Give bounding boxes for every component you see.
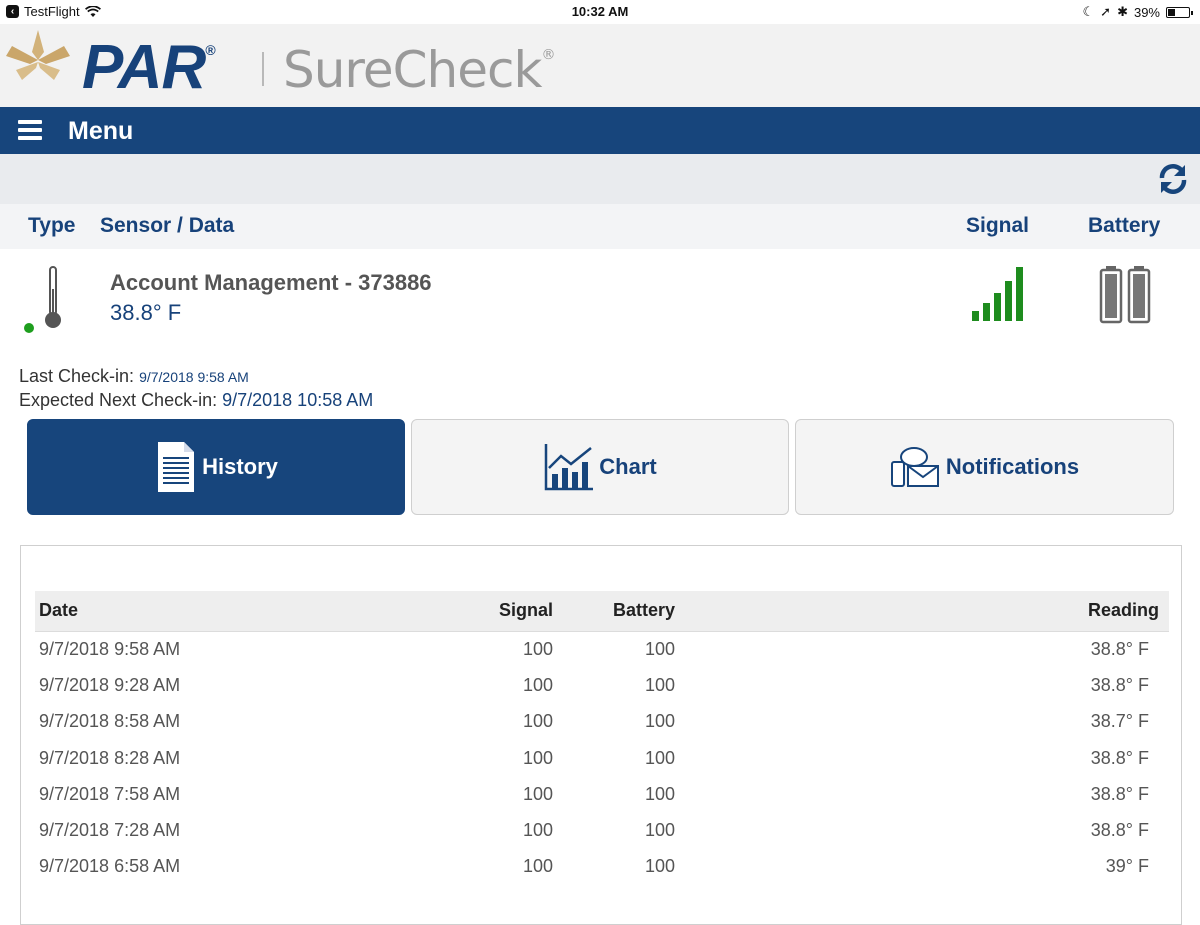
next-checkin-value: 9/7/2018 10:58 AM: [222, 390, 374, 410]
tab-notifications[interactable]: Notifications: [795, 419, 1174, 515]
thermometer-icon: [24, 266, 61, 333]
hamburger-menu-icon[interactable]: [18, 120, 42, 140]
row-date: 9/7/2018 7:58 AM: [39, 783, 181, 804]
row-battery: 100: [644, 783, 675, 804]
col-battery: Battery: [1088, 214, 1161, 237]
row-date: 9/7/2018 8:28 AM: [39, 747, 181, 768]
row-reading: 38.8° F: [1090, 747, 1149, 768]
table-row: 9/7/2018 7:58 AM 100 100 38.8° F: [35, 776, 1169, 812]
history-panel: Date Signal Battery Reading 9/7/2018 9:5…: [20, 545, 1182, 925]
row-reading: 38.8° F: [1090, 820, 1149, 841]
battery-icon: [1166, 6, 1193, 18]
status-dot: [24, 323, 34, 333]
sensor-row[interactable]: Account Management - 373886 38.8° F: [0, 249, 1200, 349]
table-row: 9/7/2018 6:58 AM 100 100 39° F: [35, 849, 1169, 885]
row-battery: 100: [644, 711, 675, 732]
row-date: 9/7/2018 9:58 AM: [39, 638, 181, 659]
row-signal: 100: [522, 747, 553, 768]
row-reading: 38.7° F: [1090, 711, 1149, 732]
notifications-icon: [890, 447, 939, 487]
tab-notifications-label: Notifications: [945, 454, 1080, 479]
row-battery: 100: [644, 638, 675, 659]
row-signal: 100: [522, 674, 553, 695]
chart-icon: [545, 444, 594, 491]
table-row: 9/7/2018 8:28 AM 100 100 38.8° F: [35, 740, 1169, 776]
location-icon: ➚: [1100, 4, 1112, 19]
row-date: 9/7/2018 9:28 AM: [39, 674, 181, 695]
table-row: 9/7/2018 8:58 AM 100 100 38.7° F: [35, 704, 1169, 740]
col-signal: Signal: [966, 214, 1030, 237]
tab-history[interactable]: History: [27, 419, 405, 515]
col-sensor-data: Sensor / Data: [100, 214, 235, 237]
row-reading: 38.8° F: [1090, 638, 1149, 659]
tab-history-label: History: [202, 454, 278, 479]
row-signal: 100: [522, 856, 553, 877]
row-reading: 38.8° F: [1090, 674, 1149, 695]
par-leaf-logo-icon: [6, 30, 70, 80]
sensor-reading: 38.8° F: [110, 300, 182, 325]
row-reading: 39° F: [1105, 856, 1149, 877]
row-date: 9/7/2018 7:28 AM: [39, 820, 181, 841]
last-checkin-label: Last Check-in:: [19, 366, 135, 386]
tab-chart[interactable]: Chart: [411, 419, 789, 515]
history-header-row: Date Signal Battery Reading: [35, 591, 1169, 632]
col-type: Type: [28, 214, 76, 237]
header-battery[interactable]: Battery: [553, 591, 675, 632]
row-signal: 100: [522, 711, 553, 732]
row-battery: 100: [644, 674, 675, 695]
toolbar-strip: [0, 154, 1200, 204]
status-bar: ‹ TestFlight 10:32 AM ☾ ➚ ✱ 39%: [0, 0, 1200, 24]
surecheck-registered-mark: ®: [541, 47, 555, 63]
row-date: 9/7/2018 6:58 AM: [39, 856, 181, 877]
table-row: 9/7/2018 9:28 AM 100 100 38.8° F: [35, 667, 1169, 703]
surecheck-wordmark: SureCheck: [283, 41, 542, 99]
par-wordmark: PAR: [82, 33, 206, 102]
last-checkin: Last Check-in: 9/7/2018 9:58 AM: [19, 366, 249, 387]
tab-chart-label: Chart: [599, 454, 657, 479]
row-signal: 100: [522, 638, 553, 659]
row-signal: 100: [522, 820, 553, 841]
table-row: 9/7/2018 7:28 AM 100 100 38.8° F: [35, 812, 1169, 848]
battery-level-icon: [1099, 266, 1151, 324]
app-header: PAR® SureCheck®: [0, 24, 1200, 107]
refresh-icon[interactable]: [1156, 162, 1190, 196]
sensor-name: Account Management - 373886: [110, 270, 432, 295]
row-battery: 100: [644, 856, 675, 877]
menu-button[interactable]: Menu: [68, 117, 133, 146]
next-checkin-label: Expected Next Check-in:: [19, 390, 218, 410]
battery-percent: 39%: [1133, 4, 1160, 20]
row-battery: 100: [644, 747, 675, 768]
moon-icon: ☾: [1082, 4, 1095, 19]
header-signal[interactable]: Signal: [435, 591, 553, 632]
status-right: ☾ ➚ ✱ 39%: [1082, 4, 1193, 20]
history-table: Date Signal Battery Reading 9/7/2018 9:5…: [35, 591, 1169, 885]
logo-divider: [262, 52, 264, 86]
row-reading: 38.8° F: [1090, 783, 1149, 804]
document-icon: [158, 442, 195, 492]
table-row: 9/7/2018 9:58 AM 100 100 38.8° F: [35, 631, 1169, 667]
next-checkin: Expected Next Check-in: 9/7/2018 10:58 A…: [19, 390, 373, 411]
row-battery: 100: [644, 820, 675, 841]
signal-strength-icon: [972, 267, 1023, 321]
par-logo-text: PAR®: [82, 32, 216, 103]
menu-bar: Menu: [0, 107, 1200, 154]
par-registered-mark: ®: [205, 42, 215, 58]
header-date[interactable]: Date: [35, 591, 435, 632]
header-reading[interactable]: Reading: [675, 591, 1169, 632]
surecheck-logo-text: SureCheck®: [283, 41, 555, 99]
status-time: 10:32 AM: [571, 4, 629, 19]
last-checkin-value: 9/7/2018 9:58 AM: [139, 369, 249, 385]
bluetooth-icon: ✱: [1117, 4, 1128, 19]
sensor-column-header: Type Sensor / Data Signal Battery: [0, 204, 1200, 249]
row-date: 9/7/2018 8:58 AM: [39, 711, 181, 732]
row-signal: 100: [522, 783, 553, 804]
